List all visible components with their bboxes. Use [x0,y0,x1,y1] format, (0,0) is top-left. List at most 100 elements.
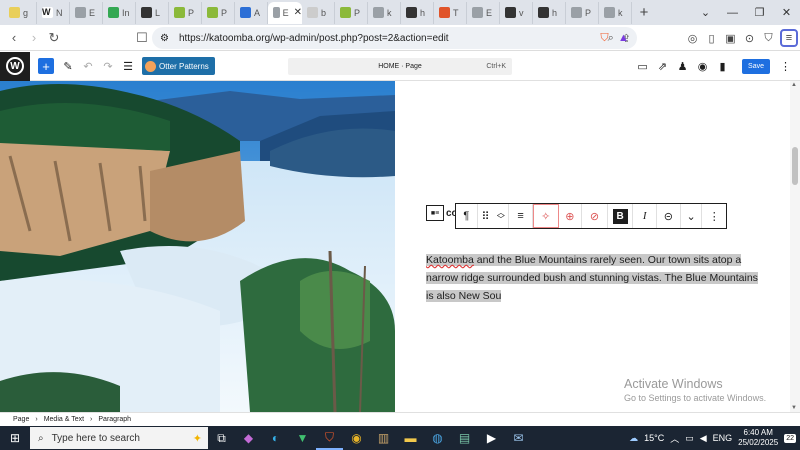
view-post-icon[interactable]: ⇗ [654,60,671,73]
address-bar[interactable]: ⚙ https://katoomba.org/wp-admin/post.php… [152,27,637,49]
show-hidden-icons[interactable]: ︿ [670,432,679,445]
notifications-badge[interactable]: 22 [784,433,796,443]
translate-icon[interactable]: ⊕ [559,204,583,228]
windows-start-icon[interactable]: ⊞ [0,431,30,445]
media-player-icon[interactable]: ▶ [478,426,505,450]
brave-rewards-icon[interactable]: ▲ [614,32,633,44]
browser-tab[interactable]: h [401,1,434,24]
tab-close-icon[interactable]: ✕ [294,7,302,18]
browser-tab[interactable]: v [500,1,533,24]
tab-label: P [188,7,195,18]
wallet-icon[interactable]: ▣ [721,32,740,45]
reader-icon[interactable]: ⊙ [740,32,759,45]
otter-settings-icon[interactable]: ♟ [674,60,691,73]
paragraph-block[interactable]: Katoomba and the Blue Mountains rarely s… [426,251,762,305]
tab-label: L [155,7,161,18]
tools-pen-icon[interactable]: ✎ [58,60,78,73]
sidebar-icon[interactable]: ▯ [702,32,721,45]
language-indicator[interactable]: ENG [713,433,733,443]
weather-icon[interactable]: ☁ [629,433,638,444]
scrollbar-thumb[interactable] [792,147,798,185]
wordpress-logo-icon[interactable]: W [0,51,30,81]
browser-tab[interactable]: P [566,1,599,24]
browser-tab[interactable]: E ✕ [268,1,302,24]
library-icon[interactable]: ▥ [370,426,397,450]
browser-tab[interactable]: k [599,1,632,24]
tab-search-icon[interactable]: ⌄ [692,6,719,19]
dynamic-link-icon[interactable]: ⊘ [582,204,608,228]
preview-icon[interactable]: ▭ [634,60,651,73]
browser-tab[interactable]: P [169,1,202,24]
command-palette-bar[interactable]: HOME · Page Ctrl+K [288,58,512,75]
paragraph-icon[interactable]: ¶ [456,204,478,228]
close-window-icon[interactable]: ✕ [773,6,800,19]
weather-temp[interactable]: 15°C [644,433,664,443]
browser-tab[interactable]: T [434,1,467,24]
save-button[interactable]: Save [742,59,770,74]
browser-tab[interactable]: P [335,1,368,24]
bookmark-icon[interactable]: ☐ [132,30,152,46]
options-icon[interactable]: ⋮ [777,60,794,73]
breadcrumb-item[interactable]: Page [13,416,29,423]
reload-icon[interactable]: ↻ [44,30,64,46]
italic-button[interactable]: I [633,204,658,228]
align-text-icon[interactable]: ≡ [509,204,533,228]
undo-icon[interactable]: ↶ [78,60,98,73]
restore-icon[interactable]: ❐ [746,6,773,19]
browser-tab[interactable]: E [70,1,103,24]
browser-tab[interactable]: In [103,1,136,24]
drag-handle-icon[interactable]: ⠿ [478,204,494,228]
volume-icon[interactable]: ◀ [700,433,707,444]
brave-shield-icon[interactable]: ⛉ [595,32,614,45]
browser-tab[interactable]: P [202,1,235,24]
media-image[interactable] [0,81,395,412]
app-icon-blue[interactable]: ◍ [424,426,451,450]
add-block-button[interactable]: + [38,58,54,74]
ai-assistant-icon[interactable]: ✧ [532,204,559,228]
browser-tab[interactable]: b [302,1,335,24]
forward-icon[interactable]: › [24,30,44,45]
site-settings-icon[interactable]: ⚙ [160,33,169,44]
block-options-icon[interactable]: ⋮ [702,204,726,228]
vpn-icon[interactable]: ⛉ [759,32,778,45]
minimize-icon[interactable]: — [719,7,746,19]
move-up-down-icon[interactable]: ︿ ﹀ [493,204,510,228]
editor-scrollbar[interactable]: ▲ ▼ [790,81,800,412]
edge-icon[interactable]: ◐ [262,426,289,450]
browser-tab[interactable]: E [467,1,500,24]
file-explorer-icon[interactable]: ▬ [397,426,424,450]
jetpack-icon[interactable]: ◉ [694,60,711,73]
clock[interactable]: 6:40 AM 25/02/2025 [738,428,778,448]
more-formats-icon[interactable]: ⌄ [681,204,703,228]
browser-tab[interactable]: h [533,1,566,24]
network-icon[interactable]: ▭ [685,433,694,444]
document-overview-icon[interactable]: ☰ [118,60,138,73]
mail-icon[interactable]: ✉ [505,426,532,450]
app-icon-notes[interactable]: ▤ [451,426,478,450]
editor-content-area[interactable] [395,81,790,412]
browser-tab[interactable]: WN [37,1,70,24]
bold-button[interactable]: B [608,204,634,228]
copilot-icon[interactable]: ◆ [235,426,262,450]
link-button[interactable]: ⊝ [657,204,681,228]
brave-icon[interactable]: ⛉ [316,426,343,450]
taskbar-search[interactable]: ⌕ Type here to search ✦ [30,427,208,449]
extension-icon[interactable]: ◎ [683,32,702,45]
task-view-icon[interactable]: ⧉ [208,426,235,450]
copilot-sparkle-icon: ✦ [192,432,202,445]
chrome-icon[interactable]: ◉ [343,426,370,450]
browser-tab[interactable]: L [136,1,169,24]
otter-patterns-button[interactable]: Otter Patterns [142,57,215,75]
redo-icon[interactable]: ↷ [98,60,118,73]
browser-tab[interactable]: A [235,1,268,24]
block-type-icon[interactable]: ■≡ [426,205,444,221]
browser-tab[interactable]: k [368,1,401,24]
app-icon-green[interactable]: ▼ [289,426,316,450]
settings-panel-icon[interactable]: ▮ [714,60,731,73]
back-icon[interactable]: ‹ [4,30,24,45]
breadcrumb-item[interactable]: Paragraph [98,416,131,423]
browser-tab[interactable]: g [4,1,37,24]
new-tab-button[interactable]: + [632,4,656,21]
breadcrumb-item[interactable]: Media & Text [44,416,84,423]
menu-icon[interactable]: ≡ [780,29,798,47]
